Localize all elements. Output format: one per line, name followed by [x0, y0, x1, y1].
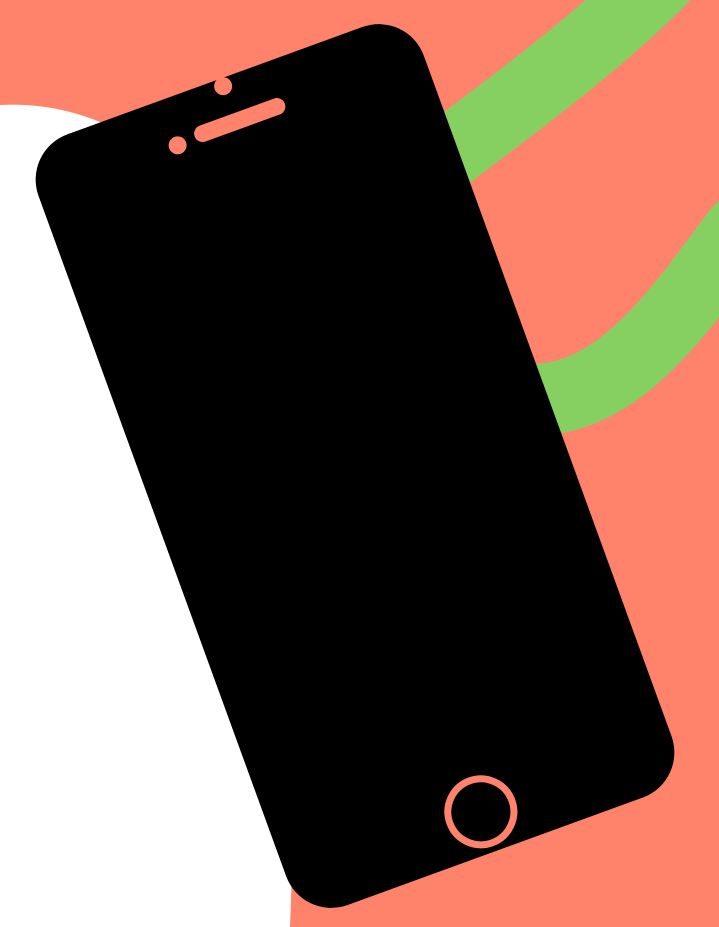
phone-illustration	[0, 0, 719, 927]
illustration-canvas	[0, 0, 719, 927]
